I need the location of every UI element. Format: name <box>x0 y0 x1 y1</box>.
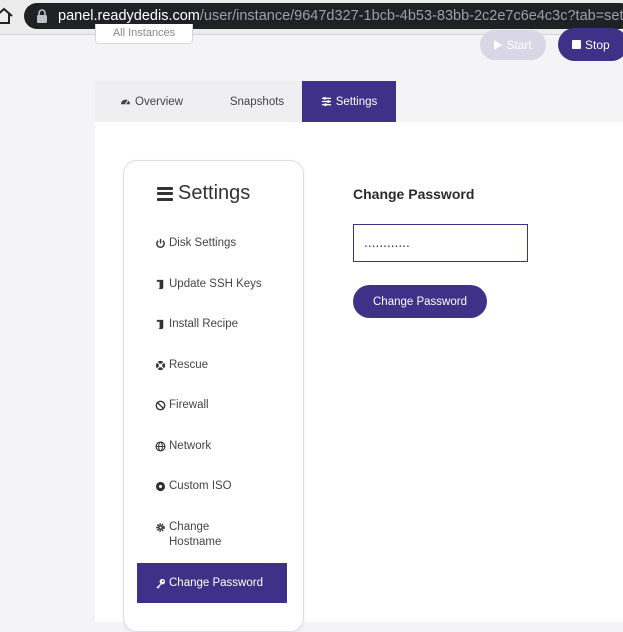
password-value: ............ <box>364 236 410 250</box>
stop-label: Stop <box>585 37 610 52</box>
url-path: /user/instance/9647d327-1bcb-4b53-83bb-2… <box>199 8 623 24</box>
sliders-icon <box>321 96 331 107</box>
menu-icon <box>157 186 173 201</box>
sidebar-item-label: Update SSH Keys <box>169 278 262 290</box>
sidebar-item-label: Rescue <box>169 359 208 371</box>
sidebar-item-firewall[interactable]: Firewall <box>155 398 209 413</box>
sidebar-item-update-ssh-keys[interactable]: Update SSH Keys <box>155 277 262 292</box>
lock-icon[interactable] <box>36 9 48 23</box>
instance-tabs: Overview Snapshots Settings <box>95 81 396 122</box>
change-password-label: Change Password <box>373 295 467 308</box>
life-ring-icon <box>155 360 166 371</box>
url-domain: panel.readydedis.com <box>58 8 200 24</box>
disc-icon <box>155 481 166 492</box>
all-instances-label: All Instances <box>112 27 176 39</box>
scroll-icon <box>156 279 164 290</box>
sidebar-item-label: Install Recipe <box>169 318 239 330</box>
form-title: Change Password <box>353 186 475 202</box>
sidebar-item-install-recipe[interactable]: Install Recipe <box>155 317 238 332</box>
sidebar-item-custom-iso[interactable]: Custom ISO <box>155 479 232 494</box>
start-button[interactable]: Start <box>480 30 546 60</box>
power-icon <box>156 238 165 248</box>
tab-overview[interactable]: Overview <box>95 81 208 122</box>
sidebar-item-change-hostname[interactable]: Change Hostname <box>155 520 245 550</box>
all-instances-button[interactable]: All Instances <box>95 24 193 44</box>
tab-label: Snapshots <box>229 95 285 108</box>
sidebar-item-network[interactable]: Network <box>155 439 211 454</box>
stop-icon <box>572 40 581 49</box>
sidebar-title: Settings <box>157 182 250 205</box>
key-icon <box>156 578 166 588</box>
cog-icon <box>156 523 165 532</box>
tab-snapshots[interactable]: Snapshots <box>208 81 302 122</box>
change-password-button[interactable]: Change Password <box>353 285 487 318</box>
tab-label: Overview <box>135 95 183 108</box>
tab-label: Settings <box>335 95 378 108</box>
sidebar-item-label: Firewall <box>169 399 209 411</box>
start-label: Start <box>506 38 532 52</box>
scroll-icon <box>156 319 164 330</box>
dashboard-icon <box>120 99 131 105</box>
sidebar-item-label: Network <box>169 440 212 452</box>
password-input[interactable]: ............ <box>353 224 528 262</box>
stop-button[interactable]: Stop <box>558 28 623 61</box>
settings-sidebar <box>123 160 304 632</box>
sidebar-item-disk-settings[interactable]: Disk Settings <box>155 236 236 251</box>
home-icon[interactable] <box>0 6 14 26</box>
sidebar-title-text: Settings <box>178 182 251 204</box>
tab-settings[interactable]: Settings <box>302 81 396 122</box>
sidebar-item-label: Custom ISO <box>169 480 232 492</box>
sidebar-item-label: Change Hostname <box>169 521 222 548</box>
url-text: panel.readydedis.com/user/instance/9647d… <box>58 8 623 24</box>
ban-icon <box>155 400 166 411</box>
sidebar-item-label: Change Password <box>169 576 263 589</box>
sidebar-item-change-password[interactable]: Change Password <box>137 563 287 603</box>
play-icon <box>494 40 503 50</box>
globe-icon <box>155 441 166 452</box>
sidebar-item-label: Disk Settings <box>169 237 237 249</box>
sidebar-item-rescue[interactable]: Rescue <box>155 358 208 373</box>
